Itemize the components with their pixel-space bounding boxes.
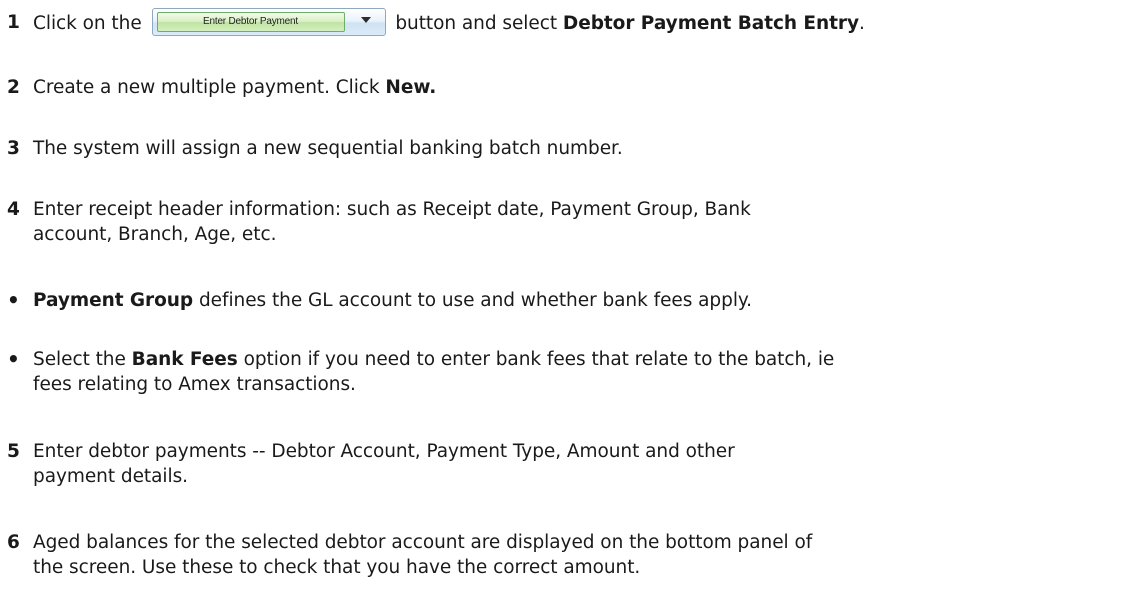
step-number: 4 — [7, 199, 20, 220]
bullet-bold-text: Bank Fees — [131, 349, 238, 370]
step-suffix: . — [859, 13, 865, 34]
step-text: The system will assign a new sequential … — [33, 138, 623, 159]
bullet-icon: • — [7, 347, 20, 371]
step-text-line: Enter debtor payments -- Debtor Account,… — [33, 441, 735, 462]
bullet-bold-text: Payment Group — [33, 290, 194, 311]
bullet-text-line: Select the Bank Fees option if you need … — [33, 347, 1125, 372]
step-text: Click on the Enter Debtor Payment button… — [33, 8, 1125, 38]
step-text: Aged balances for the selected debtor ac… — [33, 530, 1125, 580]
chevron-down-icon — [360, 17, 371, 23]
step-bold-text: New. — [385, 77, 437, 98]
step-6: 6 Aged balances for the selected debtor … — [7, 530, 1125, 580]
bullet-icon: • — [7, 288, 20, 312]
step-5: 5 Enter debtor payments -- Debtor Accoun… — [7, 439, 1125, 489]
enter-debtor-payment-label: Enter Debtor Payment — [156, 12, 345, 32]
bullet-bank-fees: • Select the Bank Fees option if you nee… — [7, 347, 1125, 397]
step-text: Enter debtor payments -- Debtor Account,… — [33, 439, 1125, 489]
step-bold-text: Debtor Payment Batch Entry — [562, 13, 860, 34]
step-number: 3 — [7, 138, 20, 159]
step-text-body: Create a new multiple payment. Click — [33, 77, 380, 98]
step-text-line: Aged balances for the selected debtor ac… — [33, 532, 813, 553]
bullet-text-body: defines the GL account to use and whethe… — [198, 290, 753, 311]
step-text-line: Enter receipt header information: such a… — [33, 199, 751, 220]
bullet-text: Payment Group defines the GL account to … — [33, 288, 1125, 313]
enter-debtor-payment-button[interactable]: Enter Debtor Payment — [151, 8, 386, 36]
step-text: Enter receipt header information: such a… — [33, 197, 1125, 247]
step-text-line: payment details. — [33, 466, 189, 487]
step-text: Create a new multiple payment. Click New… — [33, 75, 1125, 100]
step-text-line: the screen. Use these to check that you … — [33, 557, 641, 578]
bullet-text: Select the Bank Fees option if you need … — [33, 347, 1125, 397]
step-3: 3 The system will assign a new sequentia… — [7, 136, 1125, 161]
step-number: 6 — [7, 532, 20, 553]
step-number: 5 — [7, 441, 20, 462]
bullet-text-line: fees relating to Amex transactions. — [33, 374, 356, 395]
step-2: 2 Create a new multiple payment. Click N… — [7, 75, 1125, 100]
bullet-payment-group: • Payment Group defines the GL account t… — [7, 288, 1125, 313]
step-1: 1 Click on the Enter Debtor Payment butt… — [7, 8, 1125, 38]
step-text-after-button: button and select — [395, 13, 558, 34]
step-number: 2 — [7, 77, 20, 98]
step-text-line: account, Branch, Age, etc. — [33, 224, 277, 245]
instruction-document: 1 Click on the Enter Debtor Payment butt… — [0, 0, 1135, 596]
step-text-before-button: Click on the — [33, 13, 142, 34]
bullet-prefix: Select the — [33, 349, 126, 370]
step-number: 1 — [7, 12, 20, 33]
bullet-text-rest: option if you need to enter bank fees th… — [243, 349, 835, 370]
step-4: 4 Enter receipt header information: such… — [7, 197, 1125, 247]
